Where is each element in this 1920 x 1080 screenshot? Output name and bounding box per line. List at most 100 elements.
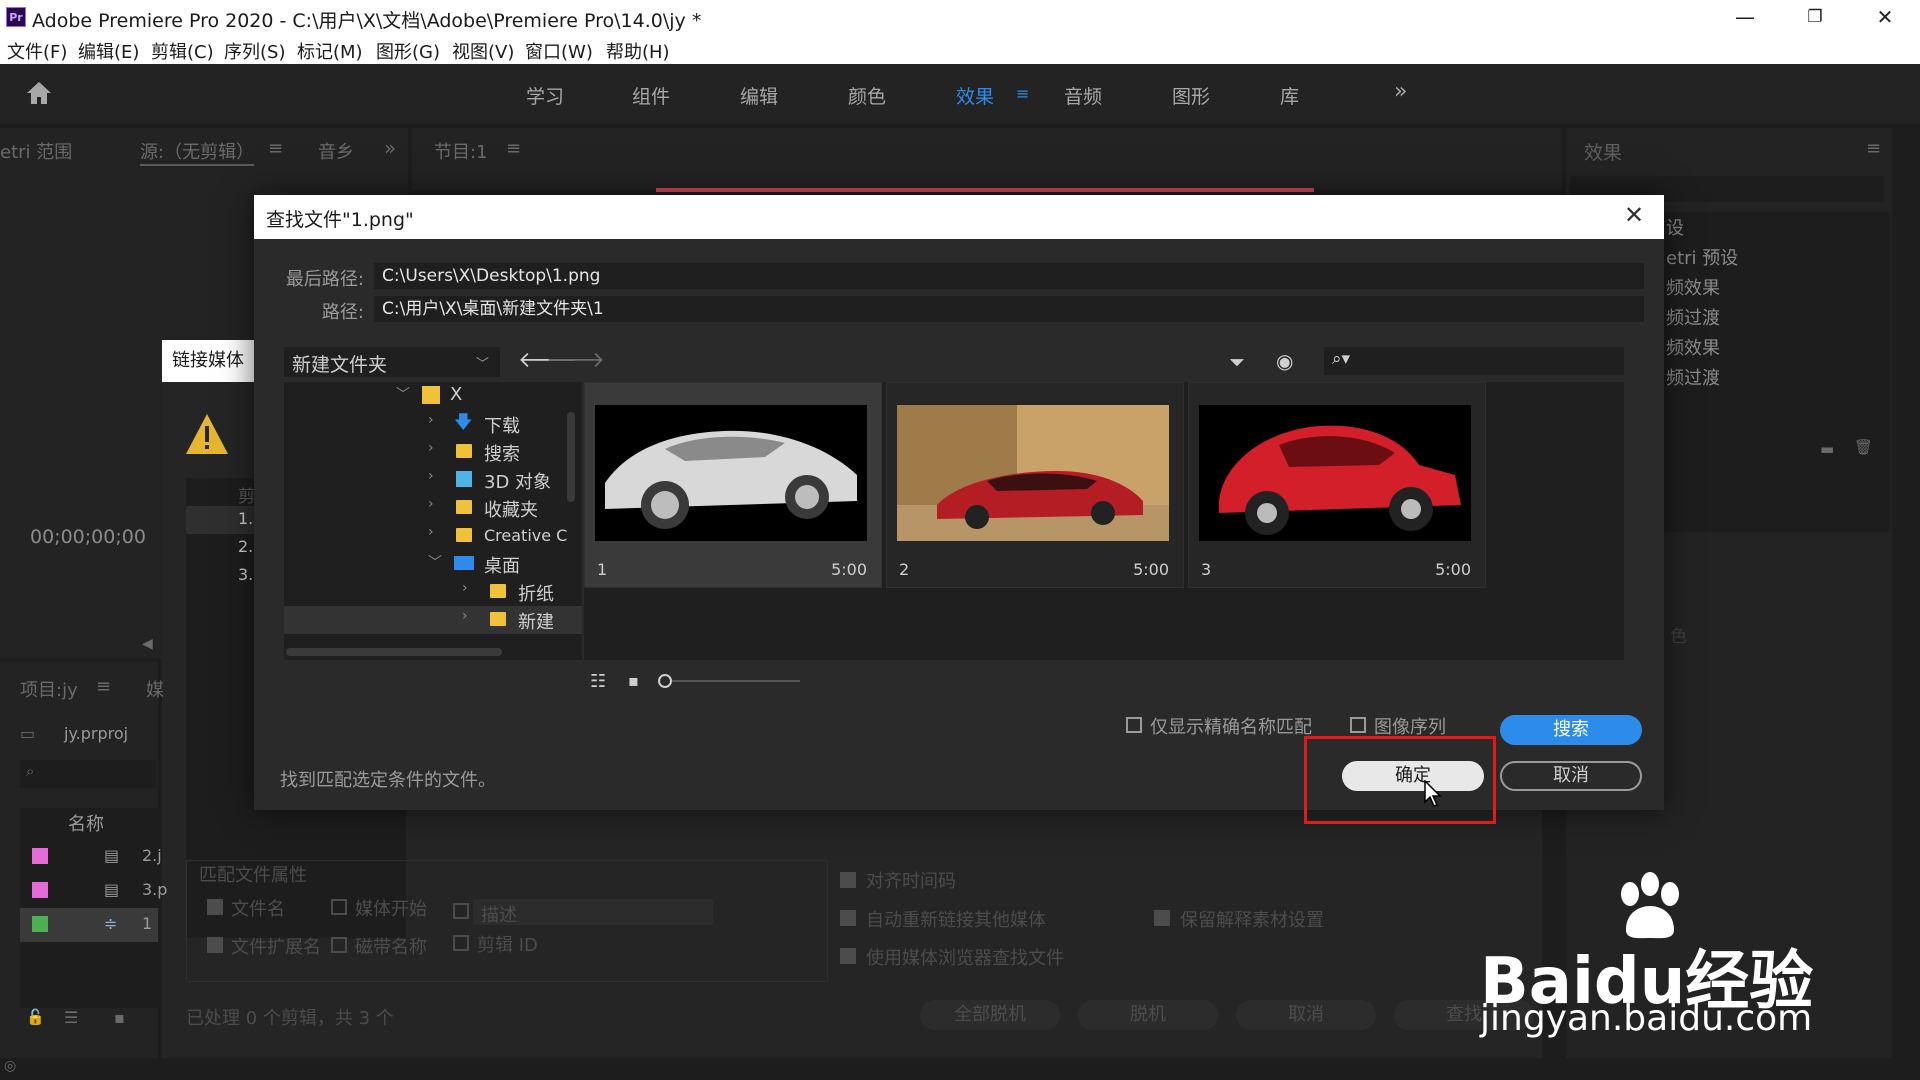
- tree-item-user[interactable]: ﹀ X: [284, 382, 582, 410]
- tab-project-menu-icon[interactable]: ≡: [96, 676, 111, 697]
- checkbox-description[interactable]: [453, 903, 469, 919]
- checkbox-preserve-interpret-label: 保留解释素材设置: [1180, 910, 1324, 931]
- tree-item-origami[interactable]: › 折纸: [284, 578, 582, 606]
- column-name[interactable]: 名称: [68, 810, 104, 836]
- table-row[interactable]: ▤ 3.p: [20, 874, 167, 908]
- path-field: C:\用户\X\桌面\新建文件夹\1: [374, 296, 1644, 322]
- trash-icon[interactable]: 🗑: [1854, 438, 1873, 456]
- dialog-close-icon[interactable]: ✕: [1624, 201, 1644, 229]
- view-eye-icon[interactable]: ◉: [1276, 349, 1293, 373]
- sequence-icon: ≑: [104, 914, 118, 933]
- minimize-icon[interactable]: —: [1710, 0, 1780, 34]
- tab-lumetri-scopes[interactable]: etri 范围: [0, 138, 72, 164]
- menu-help[interactable]: 帮助(H): [606, 38, 670, 64]
- collapse-left-icon[interactable]: ◀: [142, 636, 153, 652]
- workspace-effects[interactable]: 效果: [956, 82, 994, 109]
- icon-view-icon[interactable]: ▪: [628, 671, 639, 690]
- workspace-assembly[interactable]: 组件: [632, 82, 670, 109]
- tab-more-icon[interactable]: »: [384, 136, 396, 160]
- menu-window[interactable]: 窗口(W): [525, 38, 593, 64]
- tree-item-new-folder[interactable]: › 新建: [284, 606, 582, 634]
- tab-audio[interactable]: 音乡: [318, 138, 354, 164]
- thumbnail-grid: 1 5:00 2 5:00 3 5:00: [584, 382, 1624, 660]
- project-search-input[interactable]: ⌕: [20, 760, 156, 788]
- tab-media-browser[interactable]: 媒: [146, 676, 164, 702]
- tree-item-searches[interactable]: › 搜索: [284, 438, 582, 466]
- menu-sequence[interactable]: 序列(S): [224, 38, 285, 64]
- checkbox-relink-others[interactable]: [840, 910, 856, 926]
- tab-source-menu-icon[interactable]: ≡: [268, 138, 283, 159]
- workspace-more-icon[interactable]: »: [1394, 79, 1407, 104]
- thumbnail-2[interactable]: 2 5:00: [886, 382, 1184, 588]
- label-color-swatch[interactable]: [32, 882, 48, 898]
- tree-item-downloads[interactable]: › 🡇 下载: [284, 410, 582, 438]
- checkbox-file-extension[interactable]: [207, 937, 223, 953]
- checkbox-align-timecode[interactable]: [840, 872, 856, 888]
- menu-markers[interactable]: 标记(M): [297, 38, 363, 64]
- exact-match-label: 仅显示精确名称匹配: [1150, 717, 1312, 738]
- table-row[interactable]: ▤ 2.j: [20, 840, 162, 874]
- tree-horizontal-scrollbar[interactable]: [286, 648, 502, 656]
- menu-clip[interactable]: 剪辑(C): [151, 38, 214, 64]
- checkbox-tape-name[interactable]: [331, 937, 347, 953]
- workspace-libraries[interactable]: 库: [1280, 82, 1299, 109]
- checkbox-filename[interactable]: [207, 899, 223, 915]
- table-row[interactable]: ≑ 1: [20, 908, 158, 942]
- workspace-menu-icon[interactable]: ≡: [1016, 84, 1029, 103]
- close-icon[interactable]: ✕: [1850, 0, 1920, 34]
- tab-program-menu-icon[interactable]: ≡: [506, 138, 521, 159]
- workspace-learn[interactable]: 学习: [526, 82, 564, 109]
- tab-project[interactable]: 项目:jy: [20, 676, 78, 702]
- tree-item-favorites[interactable]: › 收藏夹: [284, 494, 582, 522]
- tab-source[interactable]: 源:（无剪辑）: [140, 138, 255, 166]
- offline-all-button[interactable]: 全部脱机: [920, 1000, 1060, 1030]
- offline-button[interactable]: 脱机: [1078, 1000, 1218, 1030]
- tab-program[interactable]: 节目:1: [434, 138, 488, 164]
- thumbnail-1[interactable]: 1 5:00: [584, 382, 882, 588]
- tree-item-desktop[interactable]: ﹀ 桌面: [284, 550, 582, 578]
- cancel-link-button[interactable]: 取消: [1236, 1000, 1376, 1030]
- zoom-slider-track[interactable]: [660, 680, 800, 682]
- restore-icon[interactable]: ❐: [1780, 0, 1850, 34]
- folder-dropdown[interactable]: 新建文件夹 ﹀: [284, 347, 500, 377]
- new-folder-icon[interactable]: ▬: [1820, 440, 1834, 458]
- list-view-icon[interactable]: ☰: [64, 1008, 78, 1027]
- workspace-color[interactable]: 颜色: [848, 82, 886, 109]
- effects-menu-icon[interactable]: ≡: [1866, 138, 1881, 159]
- checkbox-clip-id[interactable]: [453, 935, 469, 951]
- workspace-editing[interactable]: 编辑: [740, 82, 778, 109]
- file-search-input[interactable]: ⌕▾: [1324, 347, 1624, 375]
- image-sequence-checkbox[interactable]: [1350, 717, 1366, 733]
- description-dropdown[interactable]: 描述: [473, 899, 713, 926]
- search-button[interactable]: 搜索: [1500, 715, 1642, 745]
- exact-match-checkbox[interactable]: [1126, 717, 1142, 733]
- tree-item-3d-objects[interactable]: › 3D 对象: [284, 466, 582, 494]
- lock-icon[interactable]: 🔓: [26, 1008, 45, 1026]
- checkbox-media-start[interactable]: [331, 899, 347, 915]
- effects-faded-label: 色: [1670, 627, 1687, 647]
- menu-view[interactable]: 视图(V): [452, 38, 514, 64]
- menu-file[interactable]: 文件(F): [7, 38, 67, 64]
- label-color-swatch[interactable]: [32, 848, 48, 864]
- icon-view-icon[interactable]: ▪: [114, 1008, 125, 1027]
- match-properties-title: 匹配文件属性: [199, 865, 307, 886]
- checkbox-preserve-interpret[interactable]: [1154, 910, 1170, 926]
- filter-icon[interactable]: ⏷: [1229, 350, 1245, 374]
- zoom-slider-handle[interactable]: [658, 674, 672, 688]
- tree-item-creative-cloud[interactable]: › Creative C: [284, 522, 582, 550]
- menu-edit[interactable]: 编辑(E): [78, 38, 139, 64]
- folder-icon: [490, 612, 506, 626]
- checkbox-use-media-browser[interactable]: [840, 948, 856, 964]
- menu-graphics[interactable]: 图形(G): [376, 38, 440, 64]
- cancel-button[interactable]: 取消: [1500, 761, 1642, 791]
- forward-arrow-icon[interactable]: 🡒: [546, 347, 605, 373]
- home-icon[interactable]: [25, 80, 53, 106]
- thumbnail-3[interactable]: 3 5:00: [1188, 382, 1486, 588]
- tree-vertical-scrollbar[interactable]: [567, 412, 575, 502]
- processed-status: 已处理 0 个剪辑，共 3 个: [186, 1008, 394, 1029]
- list-view-icon[interactable]: ☷: [590, 671, 606, 692]
- link-media-tab[interactable]: 链接媒体: [162, 340, 254, 382]
- workspace-graphics[interactable]: 图形: [1172, 82, 1210, 109]
- workspace-audio[interactable]: 音频: [1064, 82, 1102, 109]
- label-color-swatch[interactable]: [32, 916, 48, 932]
